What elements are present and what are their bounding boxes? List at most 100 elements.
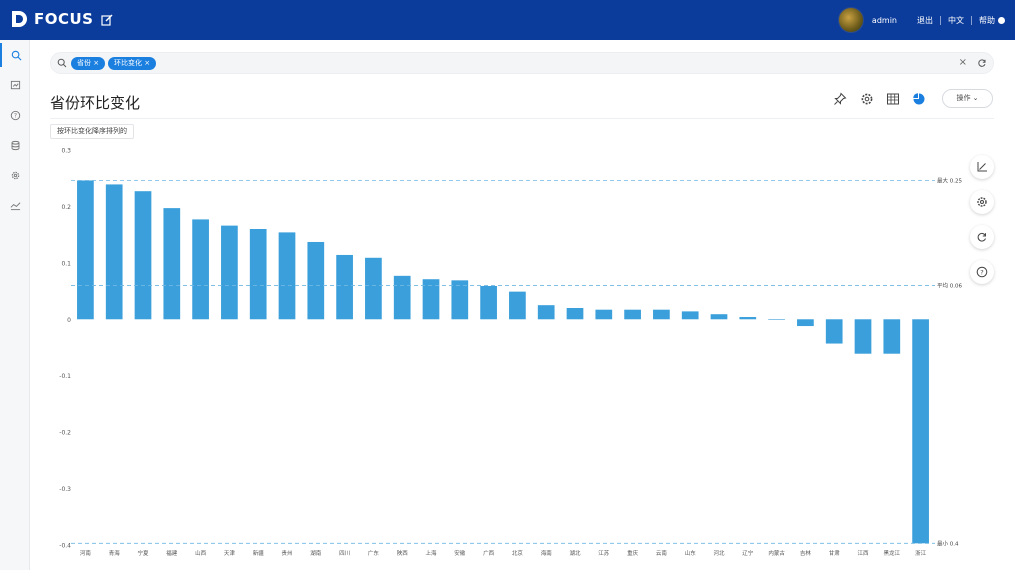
y-tick-label: -0.1 xyxy=(59,373,71,380)
main-panel: 省份 × 环比变化 × × 省份环比变化 操作 ⌄ 按环比变化降序排列的 0.3… xyxy=(30,40,1015,570)
language-switch[interactable]: 中文 xyxy=(948,15,964,26)
chart-settings-button[interactable] xyxy=(970,190,994,214)
sidebar-item-board[interactable] xyxy=(0,73,30,97)
sidebar-item-data[interactable] xyxy=(0,133,30,157)
y-tick-label: -0.4 xyxy=(59,543,71,550)
x-tick-label: 安徽 xyxy=(454,549,466,557)
axis-icon xyxy=(977,162,987,172)
y-tick-label: 0 xyxy=(67,317,71,324)
chart-bar xyxy=(192,219,209,320)
x-tick-label: 内蒙古 xyxy=(768,549,785,557)
y-axis-ticks: 0.3 0.2 0.1 0 -0.1 -0.2 -0.3 -0.4 xyxy=(59,148,71,550)
x-tick-label: 广西 xyxy=(483,549,495,557)
x-tick-label: 山东 xyxy=(685,549,697,557)
search-tag-label: 环比变化 xyxy=(114,59,142,67)
x-tick-label: 江西 xyxy=(857,550,869,557)
sidebar-item-search[interactable] xyxy=(0,43,30,67)
bar-chart: 0.3 0.2 0.1 0 -0.1 -0.2 -0.3 -0.4 最大 0.25 平均 0.0… xyxy=(59,148,962,558)
app-logo[interactable]: FOCUS xyxy=(10,9,94,29)
x-tick-label: 广东 xyxy=(368,549,380,557)
username[interactable]: admin xyxy=(872,16,897,25)
chart-bar xyxy=(595,309,613,320)
x-tick-label: 湖南 xyxy=(310,549,322,557)
x-tick-label: 重庆 xyxy=(627,549,639,557)
sidebar-item-help[interactable]: ? xyxy=(0,103,30,127)
x-tick-label: 河北 xyxy=(713,549,725,557)
x-tick-label: 辽宁 xyxy=(742,549,754,557)
pin-icon[interactable] xyxy=(833,92,847,106)
logout-link[interactable]: 退出 xyxy=(917,15,933,26)
search-tag-province[interactable]: 省份 × xyxy=(71,57,106,70)
divider xyxy=(50,118,994,119)
x-tick-label: 宁夏 xyxy=(137,549,149,557)
chart-bar xyxy=(77,180,94,320)
x-tick-label: 陕西 xyxy=(397,549,409,557)
search-icon xyxy=(57,58,67,68)
chart-bar xyxy=(912,319,929,544)
edit-icon[interactable] xyxy=(100,13,114,27)
y-tick-label: 0.2 xyxy=(61,204,71,211)
chart-bar xyxy=(365,257,382,320)
database-icon xyxy=(11,140,19,150)
x-tick-label: 黑龙江 xyxy=(884,549,901,557)
focus-logo-icon xyxy=(12,11,27,27)
sort-description[interactable]: 按环比变化降序排列的 xyxy=(50,124,134,139)
chart-bar xyxy=(825,319,843,344)
reference-line-label: 最小 0.4 xyxy=(937,539,959,547)
x-tick-label: 浙江 xyxy=(915,549,927,557)
gear-icon[interactable] xyxy=(860,92,874,106)
chart-bar xyxy=(681,311,699,320)
clear-icon[interactable]: × xyxy=(959,57,967,68)
x-tick-label: 上海 xyxy=(425,549,437,557)
chart-bar xyxy=(163,208,181,320)
x-tick-label: 江苏 xyxy=(598,549,610,557)
pie-icon[interactable] xyxy=(912,92,926,106)
table-icon[interactable] xyxy=(886,92,900,106)
x-tick-label: 北京 xyxy=(512,549,524,557)
avatar[interactable] xyxy=(837,7,864,33)
chart-bar xyxy=(134,191,152,320)
search-tag-change[interactable]: 环比变化 × xyxy=(108,57,157,70)
chart-bar xyxy=(624,309,641,320)
refresh-icon[interactable] xyxy=(977,58,987,68)
x-tick-label: 新疆 xyxy=(253,549,265,557)
sidebar-item-trend[interactable] xyxy=(0,193,30,217)
reference-line-label: 平均 0.06 xyxy=(937,281,962,289)
help-icon[interactable] xyxy=(998,16,1005,24)
x-tick-label: 贵州 xyxy=(281,549,292,557)
y-tick-label: -0.3 xyxy=(59,486,71,493)
chart-bar xyxy=(451,280,469,320)
chart-bar xyxy=(566,308,584,320)
chart-bar xyxy=(854,319,872,354)
y-tick-label: 0.3 xyxy=(61,148,71,155)
board-icon xyxy=(10,80,20,89)
page-title: 省份环比变化 xyxy=(50,94,141,112)
y-tick-label: 0.1 xyxy=(61,260,71,267)
chart-bar xyxy=(768,319,785,320)
x-tick-label: 甘肃 xyxy=(829,549,841,557)
chart-help-button[interactable]: ? xyxy=(970,260,994,284)
chart-bar xyxy=(336,254,353,320)
chart-bar xyxy=(797,319,814,327)
axis-settings-button[interactable] xyxy=(970,155,994,179)
sidebar-item-settings[interactable] xyxy=(0,163,30,187)
sidebar: ? xyxy=(0,40,30,570)
refresh-chart-button[interactable] xyxy=(970,225,994,249)
search-bar[interactable]: 省份 × 环比变化 × × xyxy=(50,52,994,74)
chart-bar xyxy=(307,241,325,320)
x-tick-label: 天津 xyxy=(224,550,236,557)
x-tick-label: 云南 xyxy=(656,549,668,557)
operations-button[interactable]: 操作 ⌄ xyxy=(942,89,993,108)
chart-bar xyxy=(393,275,411,320)
x-tick-label: 青海 xyxy=(109,549,121,557)
x-axis-labels: 河南 青海 宁夏 福建 山西 天津 新疆 贵州 湖南 四川 广东 陕西 上海 安徽 广西 北京 海南 湖北 江苏 重庆… xyxy=(80,549,927,557)
help-link[interactable]: 帮助 xyxy=(979,15,995,26)
y-tick-label: -0.2 xyxy=(59,430,71,437)
x-tick-label: 四川 xyxy=(339,550,350,557)
chart-bar xyxy=(105,184,123,320)
top-bar: FOCUS admin 退出 中文 帮助 xyxy=(0,0,1015,40)
chart-bar xyxy=(653,309,670,320)
refresh-icon xyxy=(977,232,986,242)
chart-bars xyxy=(77,180,929,544)
search-tag-label: 省份 xyxy=(77,59,91,67)
